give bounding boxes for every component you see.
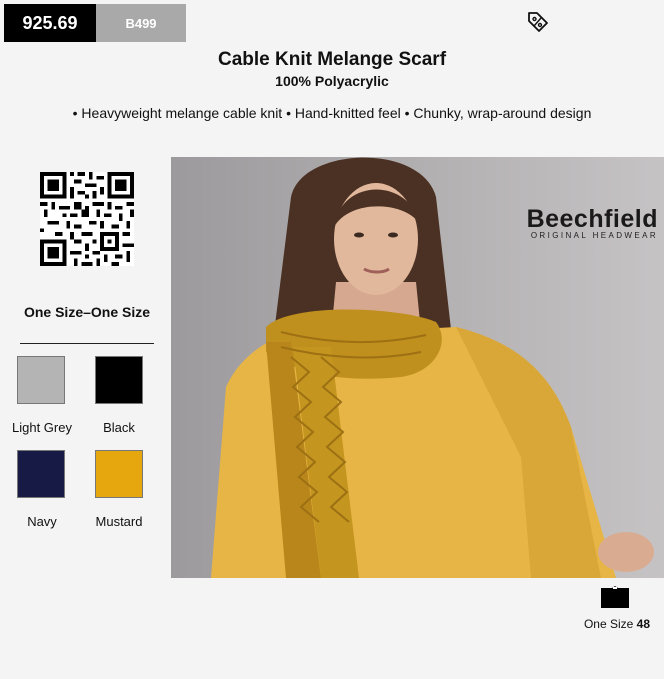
swatch-label-navy: Navy <box>27 514 57 529</box>
swatch-black[interactable] <box>95 356 143 404</box>
size-measurement: One Size 48 <box>540 617 650 631</box>
swatch-navy[interactable] <box>17 450 65 498</box>
product-material: 100% Polyacrylic <box>275 73 389 89</box>
product-photo: Beechfield ORIGINAL HEADWEAR <box>171 157 664 578</box>
brand-logo-text: Beechfield <box>526 205 658 233</box>
swatch-mustard[interactable] <box>95 450 143 498</box>
size-divider <box>20 343 154 344</box>
product-title: Cable Knit Melange Scarf <box>217 49 447 70</box>
product-heading: Cable Knit Melange Scarf 100% Polyacryli… <box>0 49 664 122</box>
swatch-label-mustard: Mustard <box>95 514 143 529</box>
swatch-label-black: Black <box>103 420 135 435</box>
size-range-heading: One Size–One Size <box>23 304 151 320</box>
swatch-label-light-grey: Light Grey <box>12 420 72 435</box>
brand-tagline: ORIGINAL HEADWEAR <box>530 231 658 240</box>
product-features: • Heavyweight melange cable knit • Hand-… <box>72 105 592 121</box>
brand-logo: Beechfield ORIGINAL HEADWEAR <box>526 205 658 241</box>
qr-code[interactable] <box>40 172 134 266</box>
size-measurement-value: 48 <box>636 617 650 631</box>
tag-percent-icon[interactable] <box>526 10 550 34</box>
swatch-light-grey[interactable] <box>17 356 65 404</box>
scarf-size-icon <box>601 586 629 608</box>
header-bar: 925.69 B499 <box>0 0 664 42</box>
size-measurement-label: One Size <box>583 617 634 631</box>
price-code: 925.69 <box>4 4 96 42</box>
style-code: B499 <box>96 4 186 42</box>
